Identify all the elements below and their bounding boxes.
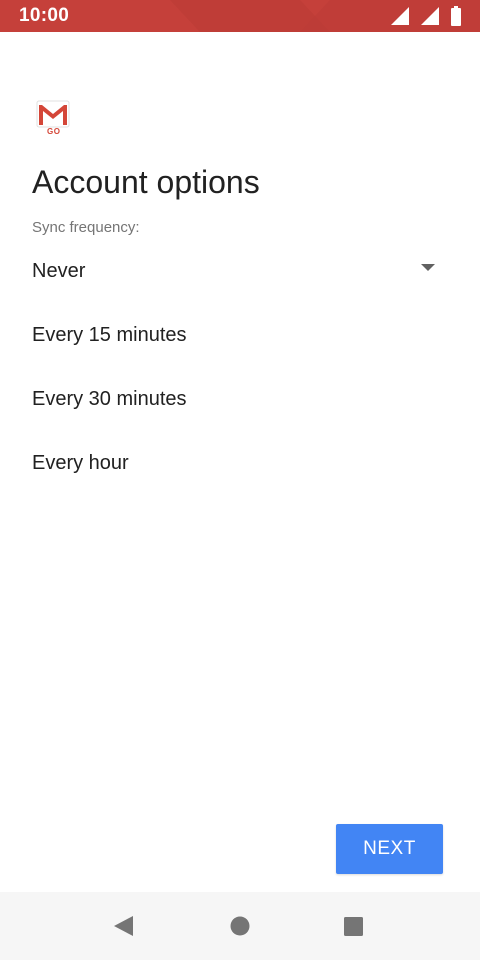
option-label: Every hour xyxy=(32,452,129,474)
logo-go-text: GO xyxy=(47,127,61,136)
home-button[interactable] xyxy=(200,892,280,960)
wifi-signal-icon xyxy=(421,7,439,25)
dropdown-selected-value: Never xyxy=(32,260,86,282)
status-time: 10:00 xyxy=(19,5,70,26)
sync-frequency-dropdown[interactable]: Never xyxy=(0,238,480,302)
back-button[interactable] xyxy=(84,892,164,960)
sync-option-every-hour[interactable]: Every hour xyxy=(0,430,480,494)
status-bar: 10:00 xyxy=(0,0,480,32)
recents-icon xyxy=(344,917,363,936)
next-button[interactable]: NEXT xyxy=(336,824,443,874)
home-icon xyxy=(230,916,250,936)
sync-option-15-minutes[interactable]: Every 15 minutes xyxy=(0,302,480,366)
recents-button[interactable] xyxy=(313,892,393,960)
back-icon xyxy=(114,916,133,936)
gmail-go-logo-icon: GO xyxy=(36,100,70,140)
option-label: Every 15 minutes xyxy=(32,324,187,346)
signal-icon xyxy=(391,7,409,25)
sync-option-30-minutes[interactable]: Every 30 minutes xyxy=(0,366,480,430)
navigation-bar xyxy=(0,892,480,960)
dropdown-arrow-icon xyxy=(421,264,435,271)
status-icons xyxy=(390,6,462,26)
sync-frequency-label: Sync frequency: xyxy=(32,219,140,236)
page-title: Account options xyxy=(32,164,260,200)
option-label: Every 30 minutes xyxy=(32,388,187,410)
battery-icon xyxy=(451,6,461,26)
